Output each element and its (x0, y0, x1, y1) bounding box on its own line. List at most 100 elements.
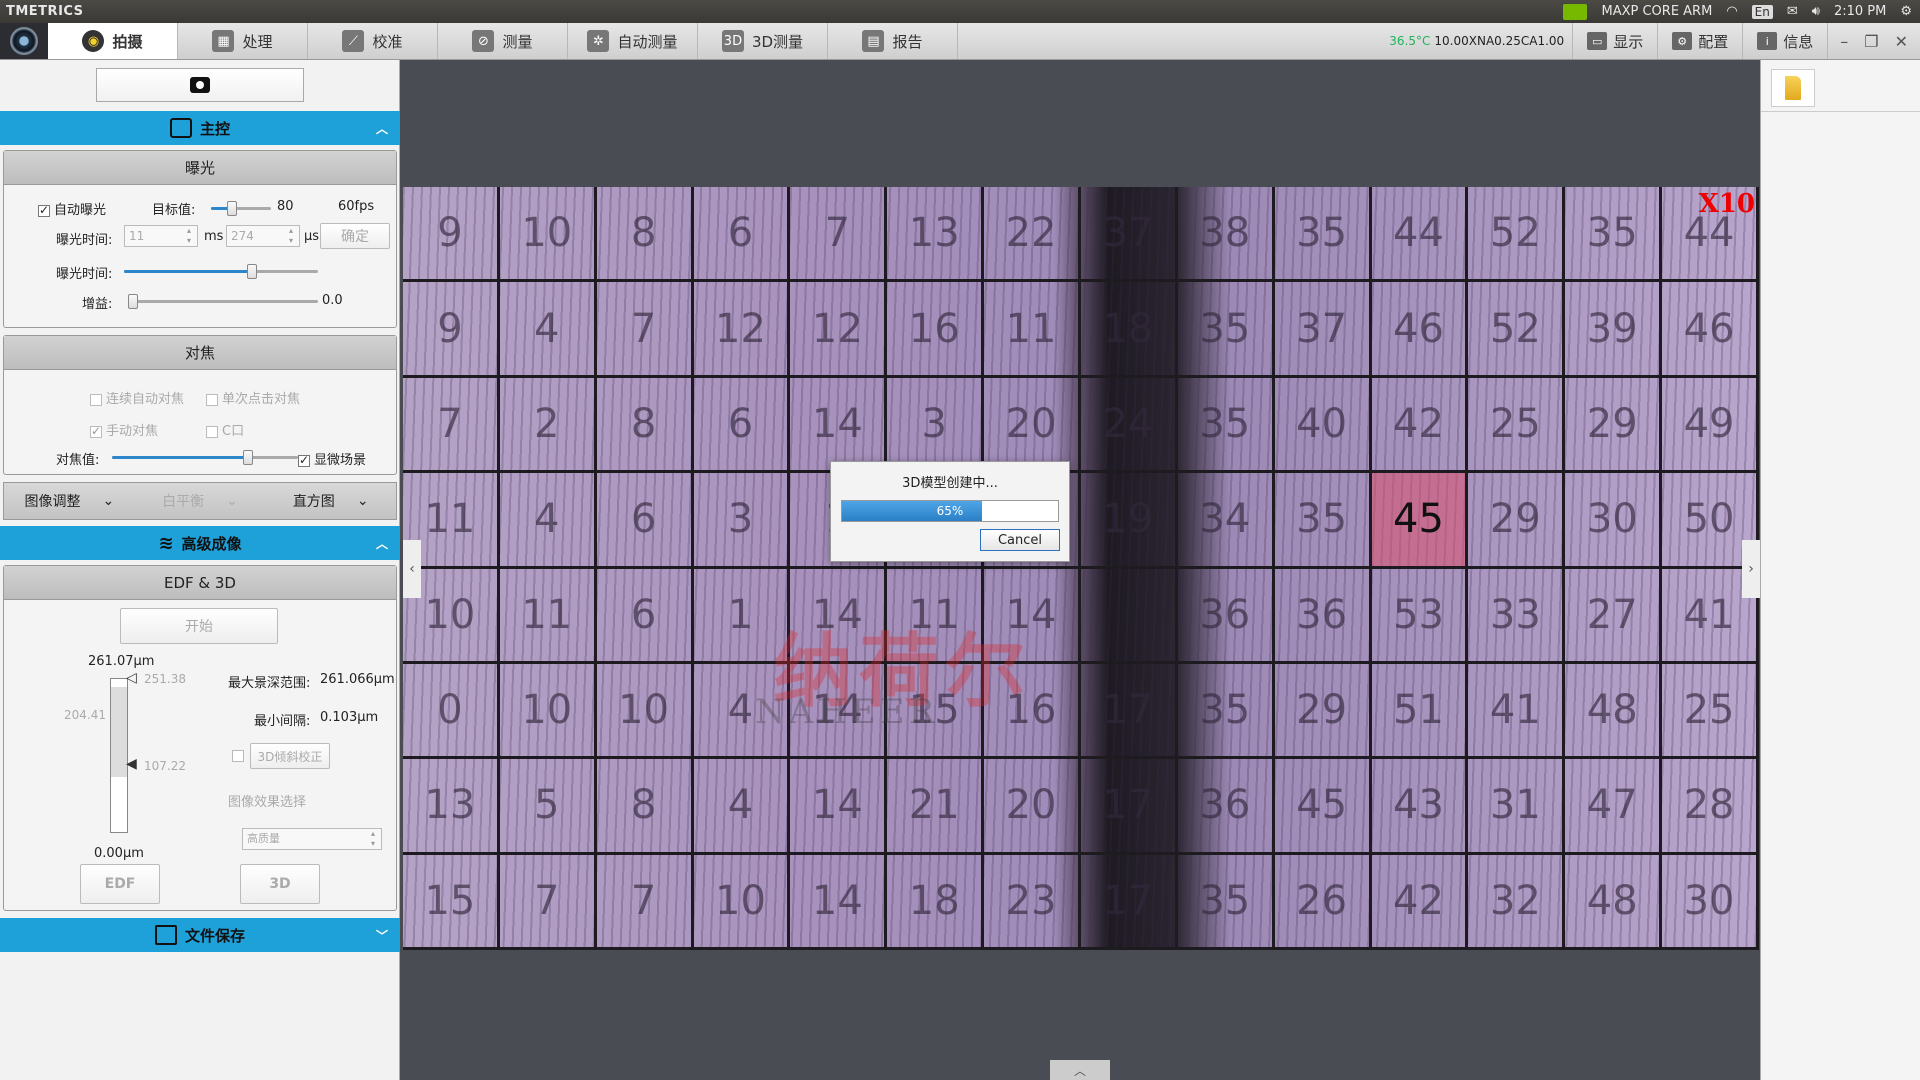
objective-selector[interactable]: 10.00XNA0.25CA1.00 (1432, 23, 1574, 59)
gain-value: 0.0 (322, 293, 343, 308)
single-click-af-checkbox[interactable]: 单次点击对焦 (206, 388, 300, 407)
cancel-button[interactable]: Cancel (980, 529, 1060, 551)
chevron-up-icon[interactable]: ︿ (376, 535, 388, 552)
microscope-image[interactable]: 9 10 8 6 7 13 22 37 38 35 44 52 35 44 9 4 7 12 12 16 11 18 35 3… (403, 187, 1759, 950)
tab-auto-measure[interactable]: ✲ 自动测量 (568, 23, 698, 59)
tab-capture[interactable]: ◉ 拍摄 (48, 23, 178, 59)
restore-icon[interactable]: ❐ (1864, 32, 1878, 51)
main-control-header[interactable]: 主控 ︿ (0, 111, 400, 145)
tab-report[interactable]: ▤ 报告 (828, 23, 958, 59)
left-panel-collapse-icon[interactable]: ‹ (403, 540, 421, 598)
exposure-time-label-2: 曝光时间: (56, 267, 113, 282)
exposure-us-input[interactable]: 274 (226, 225, 300, 247)
min-step-value: 0.103μm (320, 710, 379, 725)
capture-button[interactable] (96, 68, 304, 102)
histogram-dropdown[interactable]: 直方图 ⌄ (265, 491, 396, 511)
file-save-header[interactable]: 文件保存 ﹀ (0, 918, 400, 952)
tab-measure[interactable]: ⊘ 测量 (438, 23, 568, 59)
c-mount-checkbox[interactable]: C口 (206, 420, 244, 439)
volume-icon[interactable]: 🔊︎ (1812, 4, 1820, 19)
display-button[interactable]: ▭ 显示 (1573, 23, 1659, 59)
tab-3d-measure[interactable]: 3D 3D测量 (698, 23, 828, 59)
continuous-af-checkbox[interactable]: 连续自动对焦 (90, 388, 184, 407)
image-viewport[interactable]: 9 10 8 6 7 13 22 37 38 35 44 52 35 44 9 4 7 12 12 16 11 18 35 3… (401, 60, 1760, 1080)
depth-range-fill (111, 687, 127, 777)
ruler-icon: ⟋ (342, 30, 365, 52)
slider-knob[interactable] (227, 201, 237, 216)
grid-cell: 31 (1468, 759, 1566, 855)
upper-marker-icon[interactable]: ◁ (126, 670, 137, 686)
clock[interactable]: 2:10 PM (1834, 4, 1886, 19)
white-balance-dropdown[interactable]: 白平衡 ⌄ (135, 491, 266, 511)
grid-cell: 23 (984, 854, 1081, 950)
chevron-down-icon[interactable]: ﹀ (376, 927, 388, 944)
grid-cell: 19 (1080, 473, 1178, 569)
micro-scene-checkbox[interactable]: 显微场景 (298, 449, 366, 468)
grid-cell: 8 (596, 759, 694, 855)
exposure-slider[interactable] (124, 264, 318, 279)
app-name: TMETRICS (6, 4, 84, 19)
grid-cell: 48 (1565, 663, 1663, 760)
wifi-icon[interactable]: ◠ (1726, 4, 1737, 19)
manual-focus-checkbox[interactable]: 手动对焦 (90, 420, 158, 439)
lower-marker-value: 107.22 (144, 759, 186, 773)
grid-cell: 21 (887, 759, 985, 855)
chevron-up-icon[interactable]: ︿ (376, 120, 388, 137)
quality-select[interactable]: 高质量 (242, 828, 382, 850)
grid-cell: 28 (1662, 759, 1759, 855)
focus-slider[interactable] (112, 450, 298, 465)
grid-cell: 53 (1371, 568, 1469, 664)
3d-button[interactable]: 3D (240, 864, 320, 904)
config-button[interactable]: ⚙ 配置 (1658, 23, 1744, 59)
exposure-ms-input[interactable]: 11 (124, 225, 198, 247)
tilt-correction-button[interactable]: 3D倾斜校正 (250, 743, 330, 769)
grid-cell: 8 (596, 377, 694, 474)
right-panel-collapse-icon[interactable]: › (1742, 540, 1760, 598)
grid-cell: 7 (596, 282, 694, 378)
bottom-panel-expand-icon[interactable]: ︿ (1050, 1060, 1110, 1080)
lower-marker-icon[interactable]: ◀ (126, 756, 137, 772)
edf-button[interactable]: EDF (80, 864, 160, 904)
tilt-correction-checkbox[interactable] (232, 750, 244, 762)
grid-cell: 5 (499, 759, 597, 855)
slider-knob[interactable] (247, 264, 258, 279)
grid-cell: 35 (1274, 473, 1372, 569)
grid-cell: 14 (790, 759, 888, 855)
target-slider[interactable] (211, 201, 271, 216)
advanced-imaging-header[interactable]: ≋ 高级成像 ︿ (0, 526, 400, 560)
start-button[interactable]: 开始 (120, 608, 278, 644)
image-settings-icon (169, 118, 192, 138)
max-dof-label: 最大景深范围: (228, 676, 311, 691)
open-folder-button[interactable] (1771, 69, 1815, 107)
calibration-grid: 9 10 8 6 7 13 22 37 38 35 44 52 35 44 9 4 7 12 12 16 11 18 35 3… (403, 187, 1759, 950)
checkbox-label: 自动曝光 (54, 203, 107, 218)
image-adjust-dropdown[interactable]: 图像调整 ⌄ (4, 491, 135, 511)
settings-gear-icon[interactable]: ⚙ (1900, 4, 1912, 19)
focus-group: 对焦 连续自动对焦 单次点击对焦 手动对焦 C口 对焦值: 显微场景 (3, 335, 397, 475)
slider-fill (124, 270, 253, 273)
grid-cell: 9 (403, 187, 500, 283)
confirm-button[interactable]: 确定 (320, 223, 390, 249)
slider-knob[interactable] (242, 450, 253, 465)
close-icon[interactable]: ✕ (1895, 32, 1908, 51)
gain-slider[interactable] (128, 294, 318, 309)
grid-cell: 52 (1468, 187, 1566, 283)
mail-icon[interactable]: ✉ (1787, 4, 1798, 19)
grid-cell: 39 (1565, 282, 1663, 378)
grid-cell: 25 (1468, 377, 1566, 474)
auto-exposure-checkbox[interactable]: 自动曝光 (38, 199, 106, 218)
grid-cell: 4 (499, 282, 597, 378)
grid-cell: 6 (596, 473, 694, 569)
tab-process[interactable]: ▦ 处理 (178, 23, 308, 59)
status-text: MAXP CORE ARM (1601, 4, 1713, 19)
grid-cell: 37 (1274, 282, 1372, 378)
minimize-icon[interactable]: – (1840, 32, 1848, 51)
tab-calibrate[interactable]: ⟋ 校准 (308, 23, 438, 59)
right-panel-toolbar (1761, 60, 1920, 112)
app-logo[interactable] (0, 23, 48, 59)
info-button[interactable]: i 信息 (1743, 23, 1829, 59)
language-indicator[interactable]: En (1751, 4, 1773, 19)
grid-cell: 7 (403, 377, 500, 474)
slider-knob[interactable] (128, 294, 138, 309)
grid-cell: 36 (1274, 568, 1372, 664)
